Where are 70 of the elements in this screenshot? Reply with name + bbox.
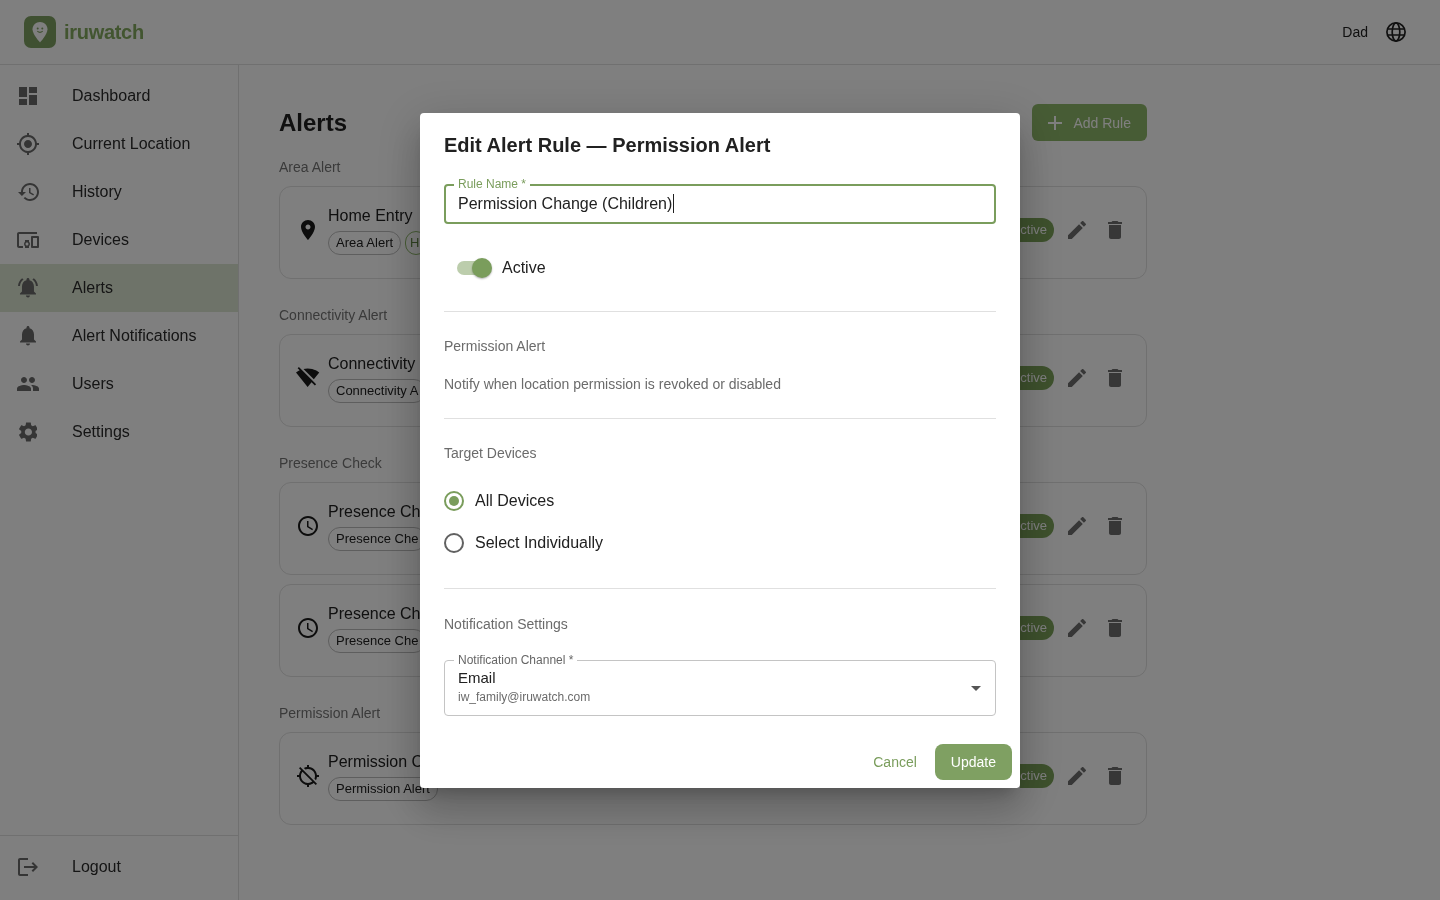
page-title: Alerts: [279, 107, 348, 138]
trash-icon: [1108, 516, 1122, 535]
radio-label: Select Individually: [475, 533, 604, 552]
trash-icon: [1108, 368, 1122, 387]
radio-label: All Devices: [475, 491, 555, 510]
devices-icon: [17, 232, 39, 248]
wifi-off-icon: [296, 367, 320, 388]
rule-title: Presence Ch: [328, 604, 421, 624]
update-button[interactable]: Update: [934, 743, 1012, 780]
status-tag: ctive: [1020, 763, 1054, 788]
globe-icon[interactable]: [1386, 22, 1406, 42]
select-detail: iw_family@iruwatch.com: [458, 688, 592, 705]
status-tag: ctive: [1020, 615, 1054, 640]
section-label: Area Alert: [279, 158, 341, 177]
sidebar-item[interactable]: Dashboard: [0, 72, 238, 120]
rule-title: Presence Ch: [328, 502, 421, 522]
people-icon: [17, 377, 39, 391]
dialog-title: Edit Alert Rule — Permission Alert: [443, 132, 772, 158]
user-name: Dad: [1342, 24, 1368, 40]
section-label: Permission Alert: [279, 704, 381, 723]
logout-icon: [18, 858, 38, 876]
status-tag: ctive: [1020, 513, 1054, 538]
description-text: Notify when location permission is revoked or disabled: [444, 374, 782, 394]
select-value: Email: [458, 668, 497, 687]
trash-icon: [1108, 766, 1122, 785]
section-heading: Permission Alert: [444, 336, 547, 356]
toggle-switch[interactable]: [456, 257, 492, 278]
crosshair-off-icon: [297, 764, 319, 787]
sidebar-item[interactable]: Users: [0, 360, 238, 408]
trash-icon: [1108, 618, 1122, 637]
crosshair-icon: [17, 133, 39, 155]
plus-icon: [1048, 115, 1063, 130]
text-cursor-icon: [673, 194, 675, 213]
radio-button[interactable]: [444, 490, 464, 511]
history-icon: [17, 183, 39, 201]
pencil-icon: [1068, 220, 1086, 239]
sidebar-item[interactable]: History: [0, 168, 238, 216]
pencil-icon: [1068, 516, 1086, 535]
section-heading: Target Devices: [444, 443, 538, 463]
section-label: Connectivity Alert: [279, 306, 388, 325]
sidebar-item[interactable]: Current Location: [0, 120, 238, 168]
sidebar-item[interactable]: Devices: [0, 216, 238, 264]
section-label: Presence Check: [279, 454, 382, 473]
section-heading: Notification Settings: [444, 614, 569, 634]
sidebar-item[interactable]: Settings: [0, 408, 238, 456]
radio-button[interactable]: [444, 532, 464, 553]
pencil-icon: [1068, 368, 1086, 387]
status-tag: ctive: [1020, 217, 1054, 242]
switch-label: Active: [502, 258, 546, 277]
map-pin-icon: [301, 219, 315, 240]
ringing-bell-icon: [18, 278, 38, 298]
dropdown-caret-icon: [971, 685, 981, 691]
sidebar-item[interactable]: Alerts: [0, 264, 238, 312]
sidebar-item[interactable]: Alert Notifications: [0, 312, 238, 360]
pencil-icon: [1068, 766, 1086, 785]
sidebar-item[interactable]: Logout: [0, 843, 238, 891]
rule-title: Home Entry: [328, 206, 413, 226]
dashboard-icon: [19, 87, 37, 105]
brand-name: iruwatch: [64, 20, 144, 44]
pin-logo-icon: [24, 16, 56, 48]
field-value: Permission Change (Children): [458, 193, 673, 214]
settings-icon: [18, 422, 38, 442]
clock-icon: [298, 617, 318, 638]
trash-icon: [1108, 220, 1122, 239]
rule-title: Connectivity: [328, 354, 416, 374]
status-tag: ctive: [1020, 365, 1054, 390]
pencil-icon: [1068, 618, 1086, 637]
clock-icon: [298, 515, 318, 536]
cancel-button[interactable]: Cancel: [865, 743, 925, 780]
bell-icon: [20, 326, 36, 346]
